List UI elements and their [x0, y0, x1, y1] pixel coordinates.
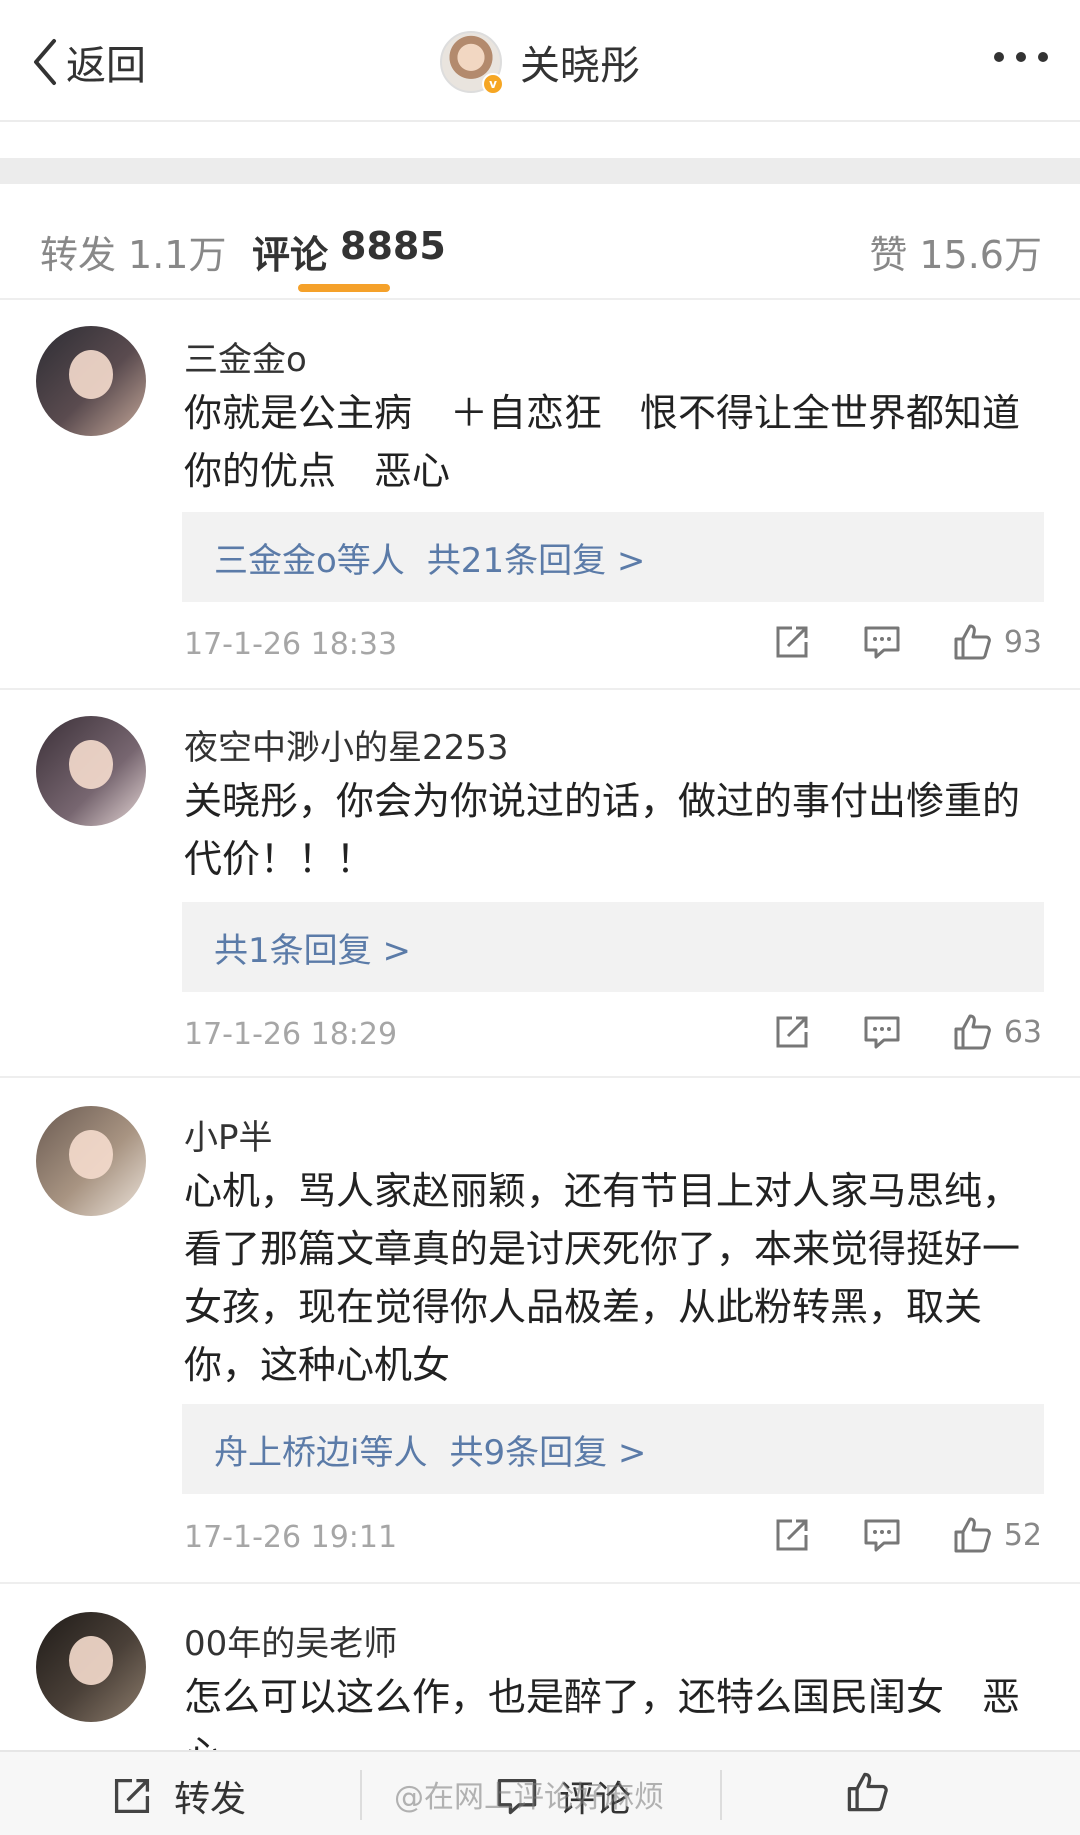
comment-actions: 93 — [772, 622, 1042, 662]
avatar[interactable] — [36, 1106, 146, 1216]
thumbs-up-icon — [954, 624, 991, 660]
chevron-left-icon — [34, 39, 56, 85]
comment-time: 17-1-26 19:11 — [184, 1520, 398, 1555]
avatar[interactable] — [36, 326, 146, 436]
verified-badge-icon: v — [482, 73, 504, 95]
share-icon — [776, 1519, 808, 1551]
divider — [360, 1770, 362, 1820]
reply-summary-button[interactable]: 三金金o等人 共21条回复 > — [182, 512, 1044, 602]
top-nav-bar: 返回 v 关晓彤 — [0, 0, 1080, 122]
tab-repost-count: 1.1万 — [128, 233, 227, 277]
page-title: 关晓彤 — [520, 43, 640, 89]
like-count: 52 — [1003, 1517, 1042, 1553]
comment-username[interactable]: 夜空中渺小的星2253 — [184, 720, 509, 769]
repost-button[interactable]: 转发 — [110, 1770, 246, 1822]
reply-count: 共21条回复 > — [426, 540, 646, 581]
comment-item: 00年的吴老师 怎么可以这么作，也是醉了，还特么国民闺女 恶心 — [0, 1584, 1080, 1750]
share-button[interactable] — [772, 622, 812, 662]
reply-users: 三金金o等人 — [214, 540, 405, 581]
comment-username[interactable]: 三金金o — [184, 332, 307, 381]
more-dots-icon — [1038, 52, 1048, 62]
like-button[interactable] — [845, 1770, 909, 1814]
tab-like-label: 赞 — [869, 233, 908, 277]
more-dots-icon — [994, 52, 1004, 62]
comment-bubble-icon — [864, 1519, 900, 1552]
comment-time: 17-1-26 18:29 — [184, 1017, 398, 1052]
reply-button[interactable] — [862, 622, 902, 662]
thumbs-up-icon — [954, 1014, 991, 1050]
tab-repost[interactable]: 转发 1.1万 — [40, 224, 226, 279]
like-count: 93 — [1003, 624, 1042, 660]
share-button[interactable] — [772, 1515, 812, 1555]
like-button[interactable]: 93 — [952, 622, 1042, 662]
reply-summary-button[interactable]: 舟上桥边i等人 共9条回复 > — [182, 1404, 1044, 1494]
profile-header[interactable]: v 关晓彤 — [440, 30, 640, 95]
reply-summary-button[interactable]: 共1条回复 > — [182, 902, 1044, 992]
thumbs-up-icon — [847, 1772, 888, 1812]
comment-text: 心机，骂人家赵丽颖，还有节目上对人家马思纯，看了那篇文章真的是讨厌死你了，本来觉… — [184, 1169, 1021, 1387]
active-tab-indicator — [298, 284, 390, 292]
comment-actions: 52 — [772, 1515, 1042, 1555]
like-count: 63 — [1003, 1014, 1042, 1050]
reply-count: 共1条回复 > — [214, 930, 411, 971]
reply-count: 共9条回复 > — [449, 1432, 647, 1473]
comment-username[interactable]: 00年的吴老师 — [184, 1616, 397, 1665]
avatar[interactable] — [36, 1612, 146, 1722]
more-button[interactable] — [994, 52, 1048, 62]
comment-text: 关晓彤，你会为你说过的话，做过的事付出惨重的代价！！！ — [184, 779, 1021, 881]
tab-comment-count: 8885 — [340, 224, 446, 268]
like-button[interactable]: 63 — [952, 1012, 1042, 1052]
share-icon — [776, 626, 808, 658]
comment-bubble-icon — [864, 626, 900, 659]
tab-like-count: 15.6万 — [919, 233, 1042, 277]
like-button[interactable]: 52 — [952, 1515, 1042, 1555]
tab-repost-label: 转发 — [40, 233, 117, 277]
reply-button[interactable] — [862, 1515, 902, 1555]
section-divider — [0, 158, 1080, 184]
thumbs-up-icon — [954, 1517, 991, 1553]
tab-comment-label: 评论 — [252, 233, 329, 277]
comment-item: 三金金o 你就是公主病 ＋自恋狂 恨不得让全世界都知道你的优点 恶心 三金金o等… — [0, 302, 1080, 690]
repost-label: 转发 — [174, 1779, 247, 1820]
comment-bubble-icon — [864, 1016, 900, 1049]
tab-bar: 转发 1.1万 评论 8885 赞 15.6万 — [0, 184, 1080, 300]
tab-like[interactable]: 赞 15.6万 — [869, 224, 1042, 279]
comment-time: 17-1-26 18:33 — [184, 627, 398, 662]
comment-text: 你就是公主病 ＋自恋狂 恨不得让全世界都知道你的优点 恶心 — [184, 391, 1021, 493]
comment-text: 怎么可以这么作，也是醉了，还特么国民闺女 恶心 — [184, 1675, 1021, 1750]
reply-users: 舟上桥边i等人 — [214, 1432, 428, 1473]
share-icon — [776, 1016, 808, 1048]
reply-button[interactable] — [862, 1012, 902, 1052]
comment-actions: 63 — [772, 1012, 1042, 1052]
avatar[interactable] — [36, 716, 146, 826]
comment-item: 小P半 心机，骂人家赵丽颖，还有节目上对人家马思纯，看了那篇文章真的是讨厌死你了… — [0, 1078, 1080, 1584]
bottom-action-bar: 转发 评论 @在网上评论好麻烦 — [0, 1750, 1080, 1835]
comment-username[interactable]: 小P半 — [184, 1110, 273, 1159]
watermark: @在网上评论好麻烦 — [394, 1780, 664, 1815]
divider — [720, 1770, 722, 1820]
share-icon — [114, 1778, 150, 1814]
back-label: 返回 — [66, 43, 146, 89]
comment-item: 夜空中渺小的星2253 关晓彤，你会为你说过的话，做过的事付出惨重的代价！！！ … — [0, 690, 1080, 1078]
share-button[interactable] — [772, 1012, 812, 1052]
more-dots-icon — [1016, 52, 1026, 62]
avatar[interactable]: v — [440, 31, 504, 95]
back-button[interactable]: 返回 — [30, 32, 146, 92]
tab-comment[interactable]: 评论 8885 — [252, 224, 446, 279]
